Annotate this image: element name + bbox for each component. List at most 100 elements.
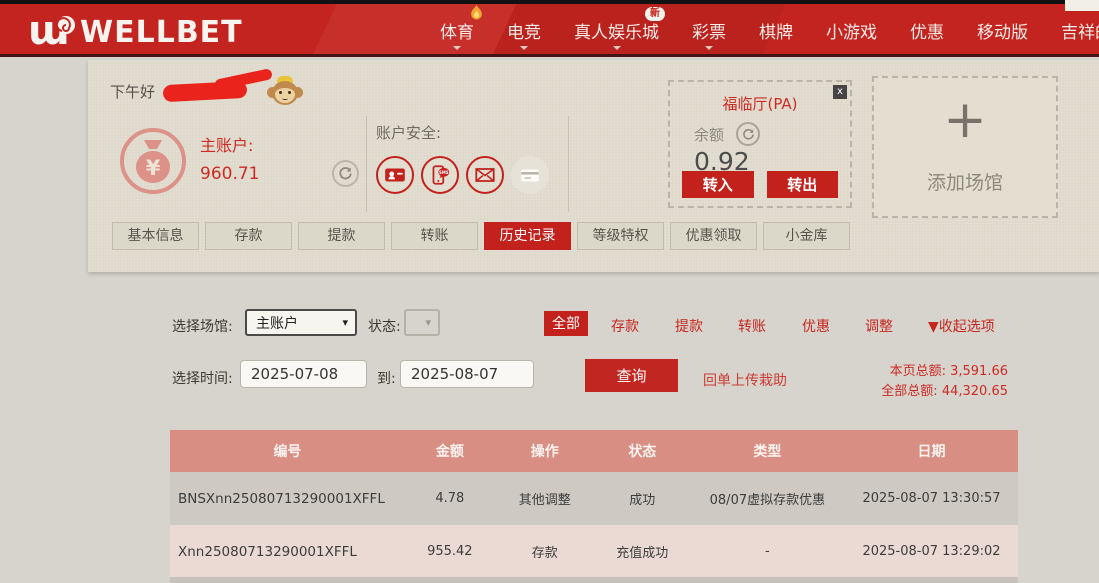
email-icon[interactable] <box>466 156 504 194</box>
to-label: 到: <box>377 368 396 388</box>
money-bag-icon: ¥ <box>118 126 188 196</box>
main-account-label: 主账户: <box>200 132 259 156</box>
col-header-type: 类型 <box>690 430 845 472</box>
receipt-upload-help-link[interactable]: 回单上传栽助 <box>703 370 787 390</box>
wellbet-logo-mark: ɯ <box>28 12 78 52</box>
status-select[interactable]: ▾ <box>404 309 440 336</box>
date-to-input[interactable] <box>400 360 534 388</box>
tab-transfer[interactable]: 转账 <box>391 222 478 250</box>
venue-select[interactable]: 主账户 ▾ <box>245 309 357 336</box>
nav-item-sports[interactable]: 体育 <box>440 4 474 57</box>
corner-box <box>1065 0 1099 11</box>
collapse-options-link[interactable]: ▼收起选项 <box>928 316 995 336</box>
tab-deposit[interactable]: 存款 <box>205 222 292 250</box>
nav-item-label: 体育 <box>440 18 474 43</box>
search-button[interactable]: 查询 <box>585 359 678 392</box>
nav-item-label: 棋牌 <box>759 18 793 43</box>
venue-card: x 福临厅(PA) 余额 0.92 转入 转出 <box>668 80 852 208</box>
date-from-input[interactable] <box>240 360 367 388</box>
col-header-id: 编号 <box>170 430 405 472</box>
tab-vault[interactable]: 小金库 <box>763 222 850 250</box>
nav-menu: 体育 电竞 新 真人娱乐城 彩票 棋牌 小游戏 <box>440 4 1099 57</box>
cell-amount: 4.78 <box>405 472 495 525</box>
venue-refresh-button[interactable] <box>736 122 760 146</box>
transfer-out-button[interactable]: 转出 <box>767 171 839 198</box>
nav-item-label: 小游戏 <box>826 18 877 43</box>
main-navbar: ɯ WELLBET 体育 电竞 新 真人娱乐城 <box>0 4 1099 57</box>
refresh-balance-button[interactable] <box>332 160 359 187</box>
redacted-username <box>163 80 248 101</box>
greeting-row: 下午好 <box>110 76 301 106</box>
cell-id: BNSXnn25080713290001XFFL <box>170 472 405 525</box>
nav-item-label: 彩票 <box>692 18 726 43</box>
nav-item-mobile[interactable]: 移动版 <box>977 4 1028 57</box>
divider <box>366 116 367 212</box>
main-account-balance: 960.71 <box>200 164 259 184</box>
venue-select-label: 选择场馆: <box>172 316 233 336</box>
account-panel: 下午好 ¥ 主账户: 960.71 <box>88 60 1099 272</box>
cell-status: 充值成功 <box>595 525 690 578</box>
nav-item-lottery[interactable]: 彩票 <box>692 4 726 57</box>
greeting-text: 下午好 <box>110 81 155 102</box>
yuan-glyph: ¥ <box>146 156 161 180</box>
filter-deposit[interactable]: 存款 <box>611 316 639 336</box>
nav-item-jixiang[interactable]: 吉祥的 <box>1061 4 1099 57</box>
filter-promo[interactable]: 优惠 <box>802 316 830 336</box>
refresh-icon <box>338 166 353 181</box>
nav-item-esports[interactable]: 电竞 <box>507 4 541 57</box>
logo-text: WELLBET <box>80 15 243 50</box>
nav-item-live-casino[interactable]: 新 真人娱乐城 <box>574 4 659 57</box>
nav-item-board-games[interactable]: 棋牌 <box>759 4 793 57</box>
nav-item-label: 电竞 <box>507 18 541 43</box>
time-select-label: 选择时间: <box>172 368 233 388</box>
nav-item-label: 优惠 <box>910 18 944 43</box>
add-venue-card[interactable]: + 添加场馆 <box>872 76 1058 218</box>
table-row: BNSXnn25080713290001XFFL 4.78 其他调整 成功 08… <box>170 472 1018 525</box>
svg-text:SMS: SMS <box>439 170 449 175</box>
filter-all[interactable]: 全部 <box>544 311 588 336</box>
cell-date: 2025-08-07 13:30:57 <box>845 472 1018 525</box>
col-header-date: 日期 <box>845 430 1018 472</box>
chevron-down-icon: ▾ <box>425 316 431 329</box>
status-select-label: 状态: <box>368 316 401 336</box>
divider <box>568 116 569 212</box>
transfer-in-button[interactable]: 转入 <box>682 171 754 198</box>
filter-transfer[interactable]: 转账 <box>738 316 766 336</box>
nav-item-label: 移动版 <box>977 18 1028 43</box>
tab-history[interactable]: 历史记录 <box>484 222 571 250</box>
venue-select-value: 主账户 <box>256 313 298 333</box>
nav-item-mini-games[interactable]: 小游戏 <box>826 4 877 57</box>
table-row: Xnn25080713290001XFFL 955.42 存款 充值成功 - 2… <box>170 525 1018 578</box>
nav-item-label: 吉祥的 <box>1061 18 1099 43</box>
col-header-amount: 金额 <box>405 430 495 472</box>
plus-icon: + <box>874 94 1056 146</box>
filter-withdraw[interactable]: 提款 <box>675 316 703 336</box>
tab-promo-claim[interactable]: 优惠领取 <box>670 222 757 250</box>
chevron-down-icon <box>705 46 713 54</box>
chevron-down-icon: ▾ <box>342 316 348 329</box>
venue-balance-label: 余额 <box>694 124 724 145</box>
tab-withdraw[interactable]: 提款 <box>298 222 385 250</box>
venue-card-title: 福临厅(PA) <box>670 93 850 114</box>
nav-item-promotions[interactable]: 优惠 <box>910 4 944 57</box>
tab-basic-info[interactable]: 基本信息 <box>112 222 199 250</box>
new-badge: 新 <box>645 7 665 21</box>
nav-item-label: 真人娱乐城 <box>574 18 659 43</box>
wellbet-logo[interactable]: ɯ WELLBET <box>28 10 243 54</box>
account-tabs: 基本信息 存款 提款 转账 历史记录 等级特权 优惠领取 小金库 <box>112 222 850 250</box>
filter-adjust[interactable]: 调整 <box>865 316 893 336</box>
all-total-line: 全部总额: 44,320.65 <box>800 382 1008 402</box>
cell-type: - <box>690 525 845 578</box>
flame-icon <box>470 5 483 24</box>
col-header-status: 状态 <box>595 430 690 472</box>
chevron-down-icon <box>613 46 621 54</box>
tab-vip[interactable]: 等级特权 <box>577 222 664 250</box>
history-table: 编号 金额 操作 状态 类型 日期 BNSXnn25080713290001XF… <box>170 430 1018 578</box>
bank-card-icon[interactable] <box>511 156 549 194</box>
close-icon[interactable]: x <box>833 85 847 99</box>
sms-phone-icon[interactable]: SMS <box>421 156 459 194</box>
cell-status: 成功 <box>595 472 690 525</box>
cell-type: 08/07虚拟存款优惠 <box>690 472 845 525</box>
id-card-icon[interactable] <box>376 156 414 194</box>
main-account-info: 主账户: 960.71 <box>200 132 259 184</box>
